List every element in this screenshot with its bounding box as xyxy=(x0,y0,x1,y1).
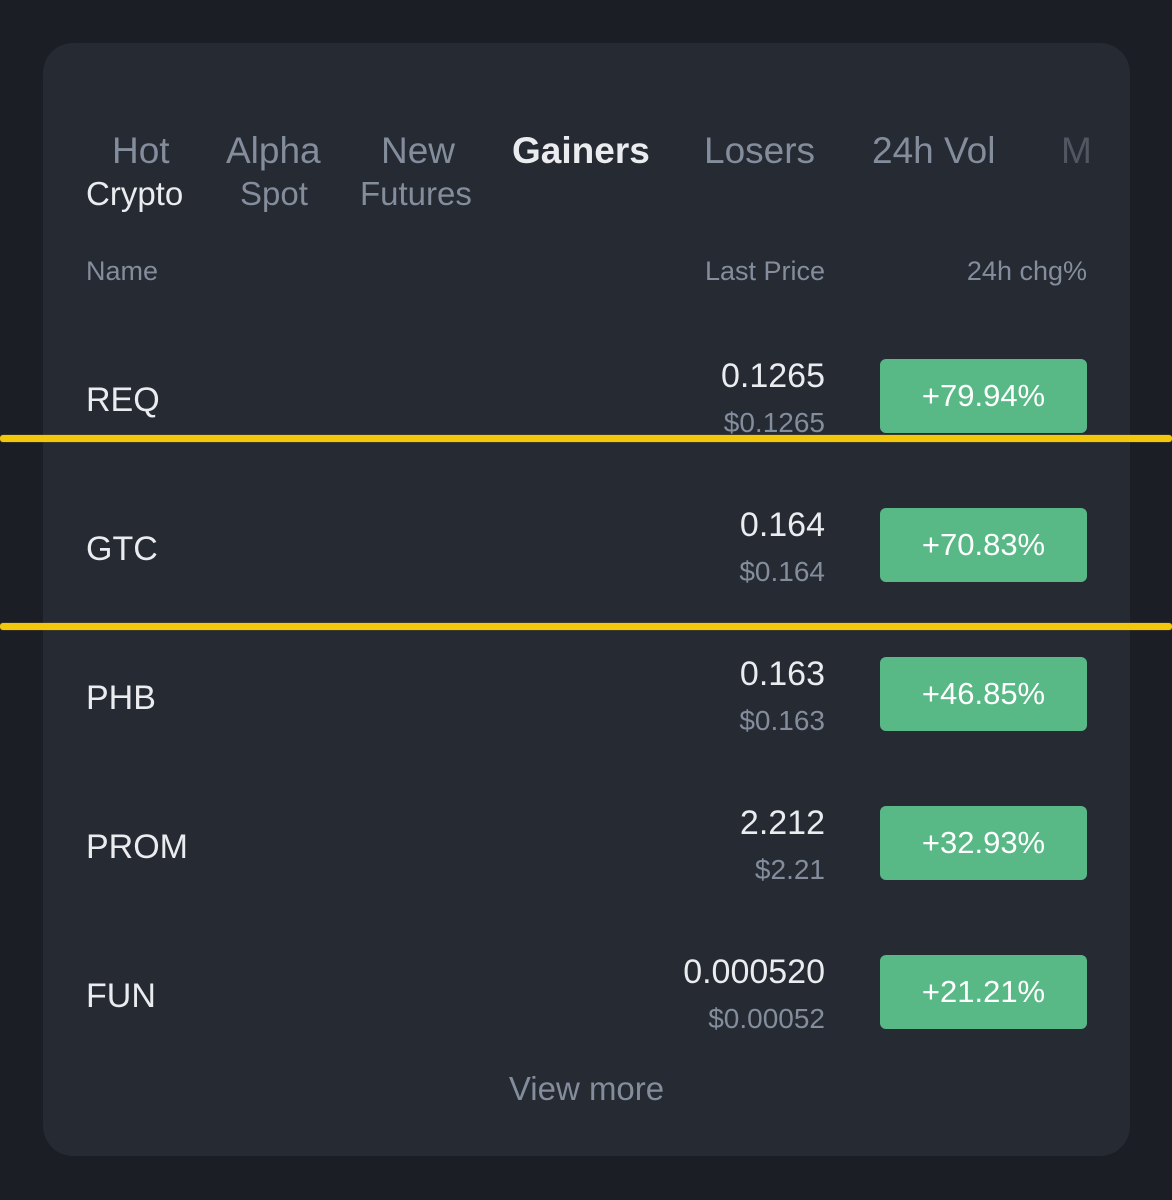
row-symbol: FUN xyxy=(86,977,156,1015)
row-usd-price: $2.21 xyxy=(754,854,825,885)
subtab-spot[interactable]: Spot xyxy=(240,169,308,219)
row-symbol: REQ xyxy=(86,381,160,419)
row-symbol: GTC xyxy=(86,530,158,568)
row-usd-price: $0.164 xyxy=(739,556,825,587)
row-usd-price: $0.163 xyxy=(739,705,825,736)
table-row[interactable]: REQ 0.1265 $0.1265 +79.94% xyxy=(43,333,1130,482)
table-row[interactable]: FUN 0.000520 $0.00052 +21.21% xyxy=(43,929,1130,1078)
subtab-crypto[interactable]: Crypto xyxy=(86,169,183,219)
row-change-badge: +79.94% xyxy=(880,359,1087,433)
market-card: Hot Alpha New Gainers Losers 24h Vol M C… xyxy=(43,43,1130,1156)
column-header-change[interactable]: 24h chg% xyxy=(967,254,1087,288)
highlight-line-top xyxy=(0,435,1172,442)
row-symbol: PHB xyxy=(86,679,156,717)
table-row[interactable]: GTC 0.164 $0.164 +70.83% xyxy=(43,482,1130,631)
row-last-price: 0.000520 xyxy=(683,953,825,991)
row-last-price: 0.1265 xyxy=(721,357,825,395)
row-usd-price: $0.00052 xyxy=(708,1003,825,1034)
subtab-futures[interactable]: Futures xyxy=(360,169,472,219)
row-change-badge: +70.83% xyxy=(880,508,1087,582)
view-more-link[interactable]: View more xyxy=(43,1069,1130,1109)
row-last-price: 2.212 xyxy=(739,804,825,842)
row-last-price: 0.163 xyxy=(739,655,825,693)
column-header-last-price[interactable]: Last Price xyxy=(705,254,825,288)
row-last-price: 0.164 xyxy=(739,506,825,544)
row-change-badge: +46.85% xyxy=(880,657,1087,731)
market-type-tabs: Crypto Spot Futures xyxy=(43,169,1130,219)
row-change-badge: +21.21% xyxy=(880,955,1087,1029)
table-row[interactable]: PHB 0.163 $0.163 +46.85% xyxy=(43,631,1130,780)
row-symbol: PROM xyxy=(86,828,188,866)
highlight-line-bottom xyxy=(0,623,1172,630)
table-row[interactable]: PROM 2.212 $2.21 +32.93% xyxy=(43,780,1130,929)
column-header-name[interactable]: Name xyxy=(86,254,158,288)
row-change-badge: +32.93% xyxy=(880,806,1087,880)
